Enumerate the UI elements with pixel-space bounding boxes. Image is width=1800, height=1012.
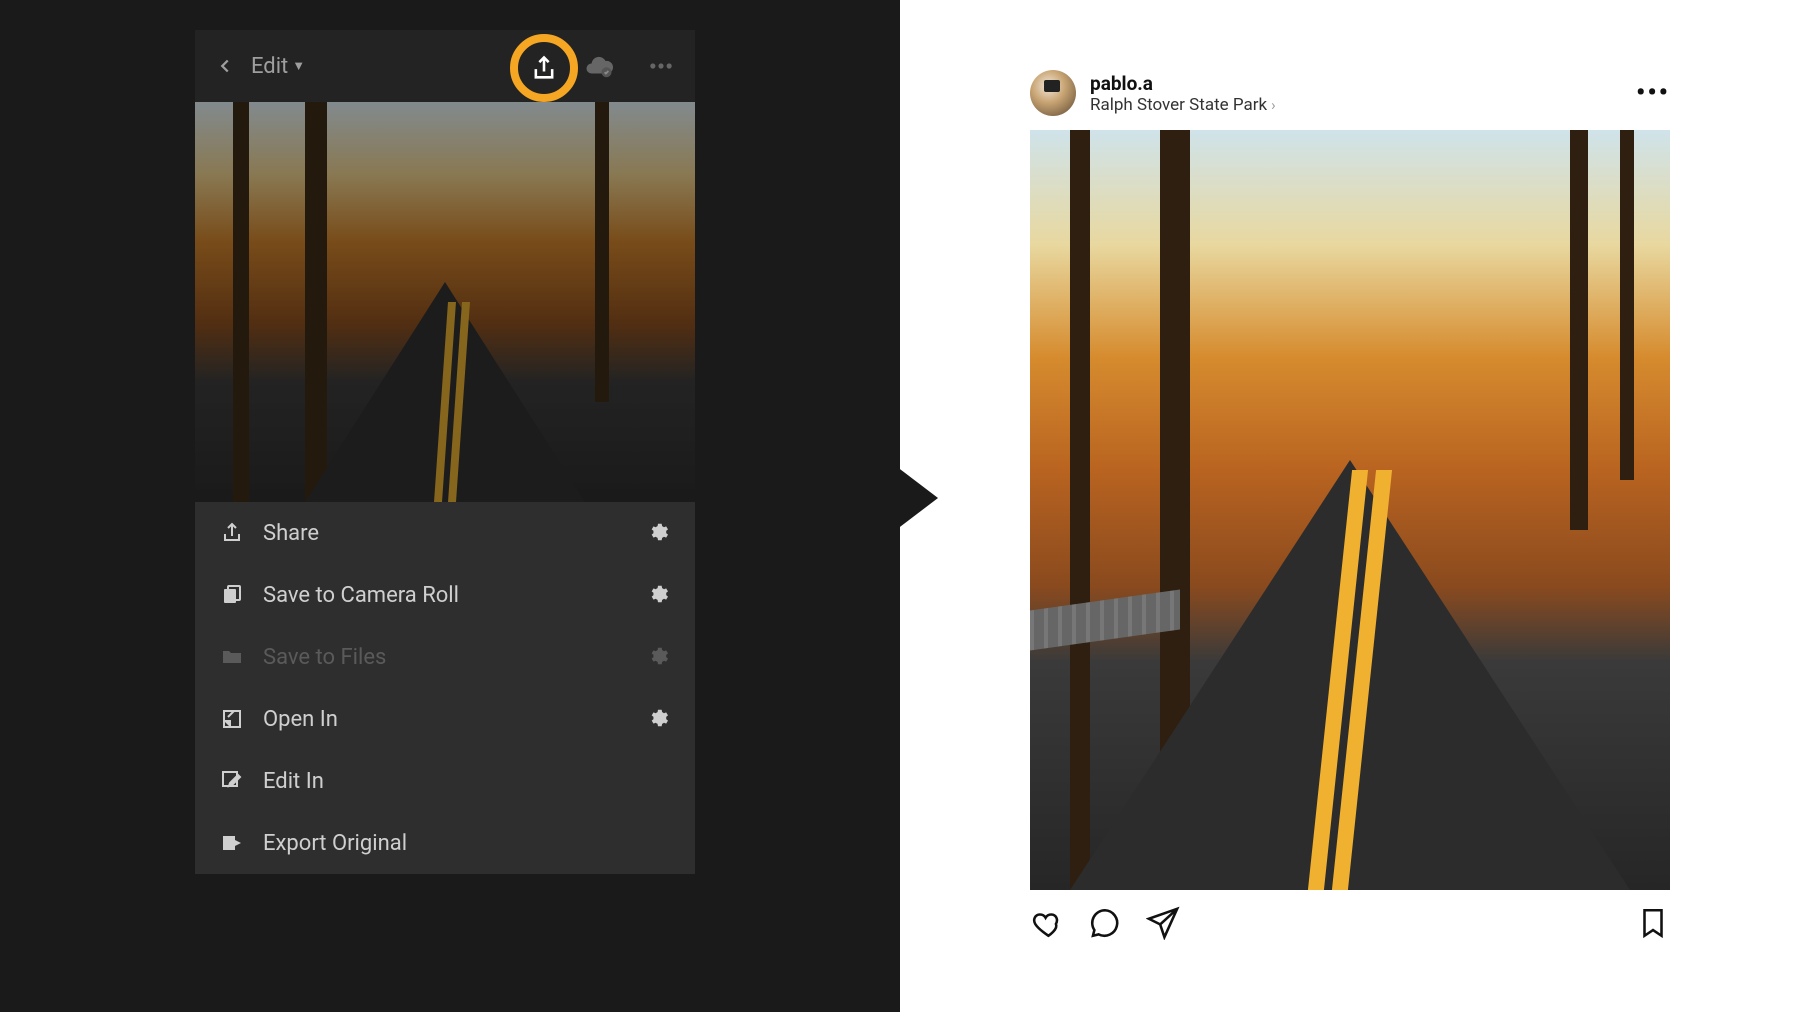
lightroom-panel: Edit ▼ Share: [0, 0, 900, 1012]
gear-icon[interactable]: [647, 521, 671, 545]
back-button[interactable]: [211, 52, 239, 80]
menu-item-open-in[interactable]: Open In: [195, 688, 695, 750]
menu-item-save-camera-roll[interactable]: Save to Camera Roll: [195, 564, 695, 626]
instagram-panel: pablo.a Ralph Stover State Park › •••: [900, 0, 1800, 1012]
menu-item-edit-in[interactable]: Edit In: [195, 750, 695, 812]
username[interactable]: pablo.a: [1090, 72, 1276, 95]
menu-item-share[interactable]: Share: [195, 502, 695, 564]
gear-icon[interactable]: [647, 707, 671, 731]
gear-icon: [647, 645, 671, 669]
edit-in-icon: [219, 768, 245, 794]
menu-label: Save to Files: [263, 645, 629, 670]
share-button[interactable]: [530, 54, 558, 82]
lightroom-topbar: Edit ▼: [195, 30, 695, 102]
bookmark-button[interactable]: [1636, 906, 1670, 940]
edit-mode-dropdown[interactable]: Edit ▼: [251, 54, 305, 79]
lightroom-app-frame: Edit ▼ Share: [195, 30, 695, 874]
post-more-options[interactable]: •••: [1636, 78, 1670, 108]
photo-preview: [195, 102, 695, 502]
export-icon: [219, 830, 245, 856]
like-button[interactable]: [1030, 906, 1064, 940]
menu-item-save-files: Save to Files: [195, 626, 695, 688]
cloud-sync-icon[interactable]: [581, 48, 617, 84]
menu-label: Open In: [263, 707, 629, 732]
transition-arrow-icon: [888, 460, 938, 536]
share-menu: Share Save to Camera Roll Save to Files: [195, 502, 695, 874]
menu-item-export-original[interactable]: Export Original: [195, 812, 695, 874]
post-actions: [1030, 890, 1670, 940]
menu-label: Export Original: [263, 831, 671, 856]
location-text: Ralph Stover State Park: [1090, 95, 1267, 115]
folder-icon: [219, 644, 245, 670]
user-avatar[interactable]: [1030, 70, 1076, 116]
caret-down-icon: ▼: [292, 58, 305, 74]
post-header: pablo.a Ralph Stover State Park › •••: [1030, 60, 1670, 130]
chevron-right-icon: ›: [1271, 96, 1276, 114]
location-link[interactable]: Ralph Stover State Park ›: [1090, 95, 1276, 115]
menu-label: Save to Camera Roll: [263, 583, 629, 608]
comment-button[interactable]: [1088, 906, 1122, 940]
save-roll-icon: [219, 582, 245, 608]
menu-label: Edit In: [263, 769, 671, 794]
open-in-icon: [219, 706, 245, 732]
send-button[interactable]: [1146, 906, 1180, 940]
post-photo[interactable]: [1030, 130, 1670, 890]
more-options-icon[interactable]: [643, 48, 679, 84]
share-icon: [219, 520, 245, 546]
edit-label-text: Edit: [251, 54, 288, 79]
menu-label: Share: [263, 521, 629, 546]
gear-icon[interactable]: [647, 583, 671, 607]
instagram-post: pablo.a Ralph Stover State Park › •••: [1030, 60, 1670, 940]
